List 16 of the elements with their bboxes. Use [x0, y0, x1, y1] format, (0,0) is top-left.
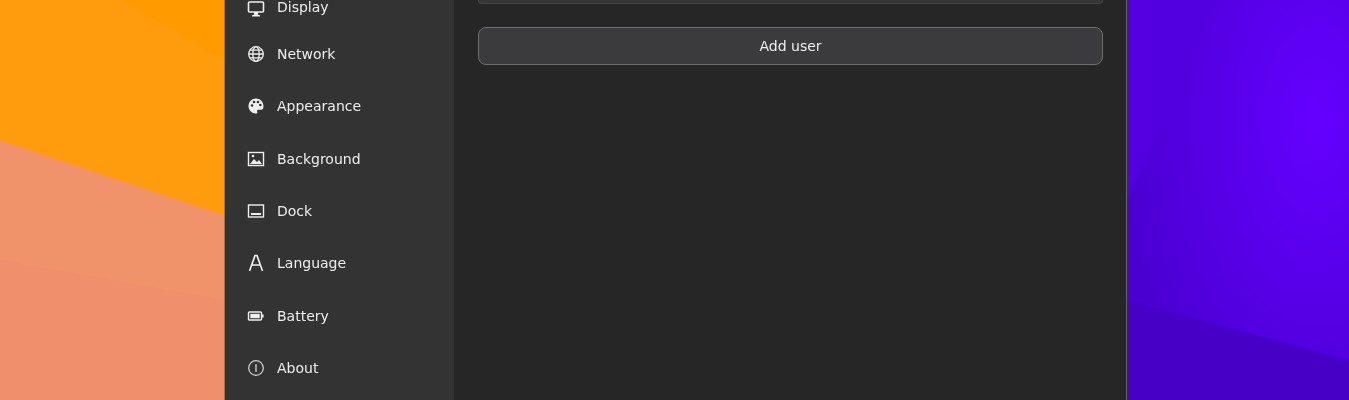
- monitor-icon: [247, 0, 265, 18]
- font-icon: [247, 254, 265, 273]
- sidebar-item[interactable]: Language: [225, 237, 454, 290]
- sidebar-item[interactable]: Display: [225, 0, 454, 28]
- image-icon: [247, 149, 265, 168]
- sidebar-item[interactable]: About: [225, 341, 454, 395]
- palette-icon: [247, 97, 265, 116]
- sidebar-item[interactable]: Dock: [225, 184, 454, 238]
- sidebar-item[interactable]: Background: [225, 132, 454, 185]
- sidebar-item[interactable]: Battery: [225, 289, 454, 342]
- info-icon: [247, 358, 265, 377]
- sidebar-item[interactable]: Network: [225, 28, 454, 81]
- globe-icon: [247, 45, 265, 64]
- sidebar-item[interactable]: Appearance: [225, 80, 454, 133]
- dock-icon: [247, 202, 265, 221]
- add-user-button[interactable]: Add user: [478, 27, 1103, 65]
